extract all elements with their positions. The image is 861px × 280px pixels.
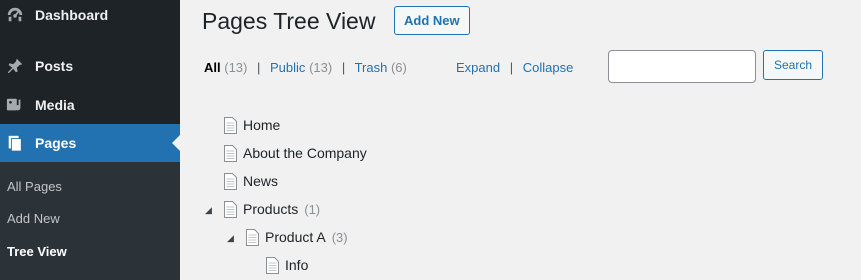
filter-separator: | [257, 60, 261, 75]
tree-item-label: Products [243, 201, 299, 217]
tree-item[interactable]: Home [224, 115, 280, 135]
dashboard-icon [4, 4, 26, 26]
submenu-all-pages[interactable]: All Pages [7, 179, 62, 194]
pin-icon [4, 55, 26, 77]
sidebar-item-pages[interactable]: Pages [0, 124, 180, 162]
add-new-button[interactable]: Add New [394, 6, 470, 35]
filter-trash-link[interactable]: Trash [355, 60, 388, 75]
tree-item-label: About the Company [243, 145, 367, 161]
page-doc-icon [266, 256, 279, 274]
sidebar-item-label: Posts [35, 58, 74, 74]
pages-submenu: All Pages Add New Tree View [0, 162, 180, 280]
sidebar-item-label: Pages [35, 135, 77, 151]
expand-separator: | [509, 60, 514, 75]
search-input[interactable] [608, 50, 756, 83]
tree-item[interactable]: Product A (3) [246, 227, 348, 247]
filter-all-count: (13) [224, 60, 248, 75]
tree-item-label: Product A [265, 229, 326, 245]
status-filter-links: All (13) | Public (13) | Trash (6) [204, 60, 407, 75]
tree-item[interactable]: News [224, 171, 278, 191]
page-doc-icon [224, 172, 237, 190]
tree-item-count: (3) [331, 229, 348, 245]
tree-item[interactable]: About the Company [224, 143, 367, 163]
filter-all-link[interactable]: All [204, 60, 221, 75]
admin-sidebar: Dashboard Posts Media Pages All Pages Ad… [0, 0, 180, 280]
sidebar-item-label: Media [35, 97, 75, 113]
tree-item-label: Home [243, 117, 281, 133]
expand-collapse-links: Expand | Collapse [456, 60, 573, 75]
submenu-add-new[interactable]: Add New [7, 211, 60, 226]
tree-item-label: Info [285, 257, 309, 273]
page-doc-icon [224, 116, 237, 134]
sidebar-item-label: Dashboard [35, 7, 109, 23]
expand-link[interactable]: Expand [456, 60, 500, 75]
sidebar-item-posts[interactable]: Posts [0, 55, 180, 77]
page-doc-icon [224, 200, 237, 218]
tree-item[interactable]: Info [266, 255, 308, 275]
filter-separator: | [341, 60, 346, 75]
sidebar-item-media[interactable]: Media [0, 94, 180, 116]
search-button[interactable]: Search [763, 50, 823, 80]
filter-public-link[interactable]: Public [270, 60, 305, 75]
submenu-tree-view[interactable]: Tree View [7, 244, 67, 259]
tree-item-count: (1) [304, 201, 321, 217]
sidebar-item-dashboard[interactable]: Dashboard [0, 4, 180, 26]
page-doc-icon [246, 228, 259, 246]
page-icon [4, 132, 26, 154]
tree-item[interactable]: Products (1) [224, 199, 320, 219]
collapse-link[interactable]: Collapse [523, 60, 574, 75]
filter-trash-count: (6) [390, 60, 407, 75]
media-icon [4, 94, 26, 116]
filter-public-count: (13) [309, 60, 333, 75]
page-doc-icon [224, 144, 237, 162]
collapse-toggle-icon[interactable]: ◢ [227, 233, 234, 244]
collapse-toggle-icon[interactable]: ◢ [205, 205, 212, 216]
page-title: Pages Tree View [202, 8, 376, 34]
tree-item-label: News [243, 173, 279, 189]
